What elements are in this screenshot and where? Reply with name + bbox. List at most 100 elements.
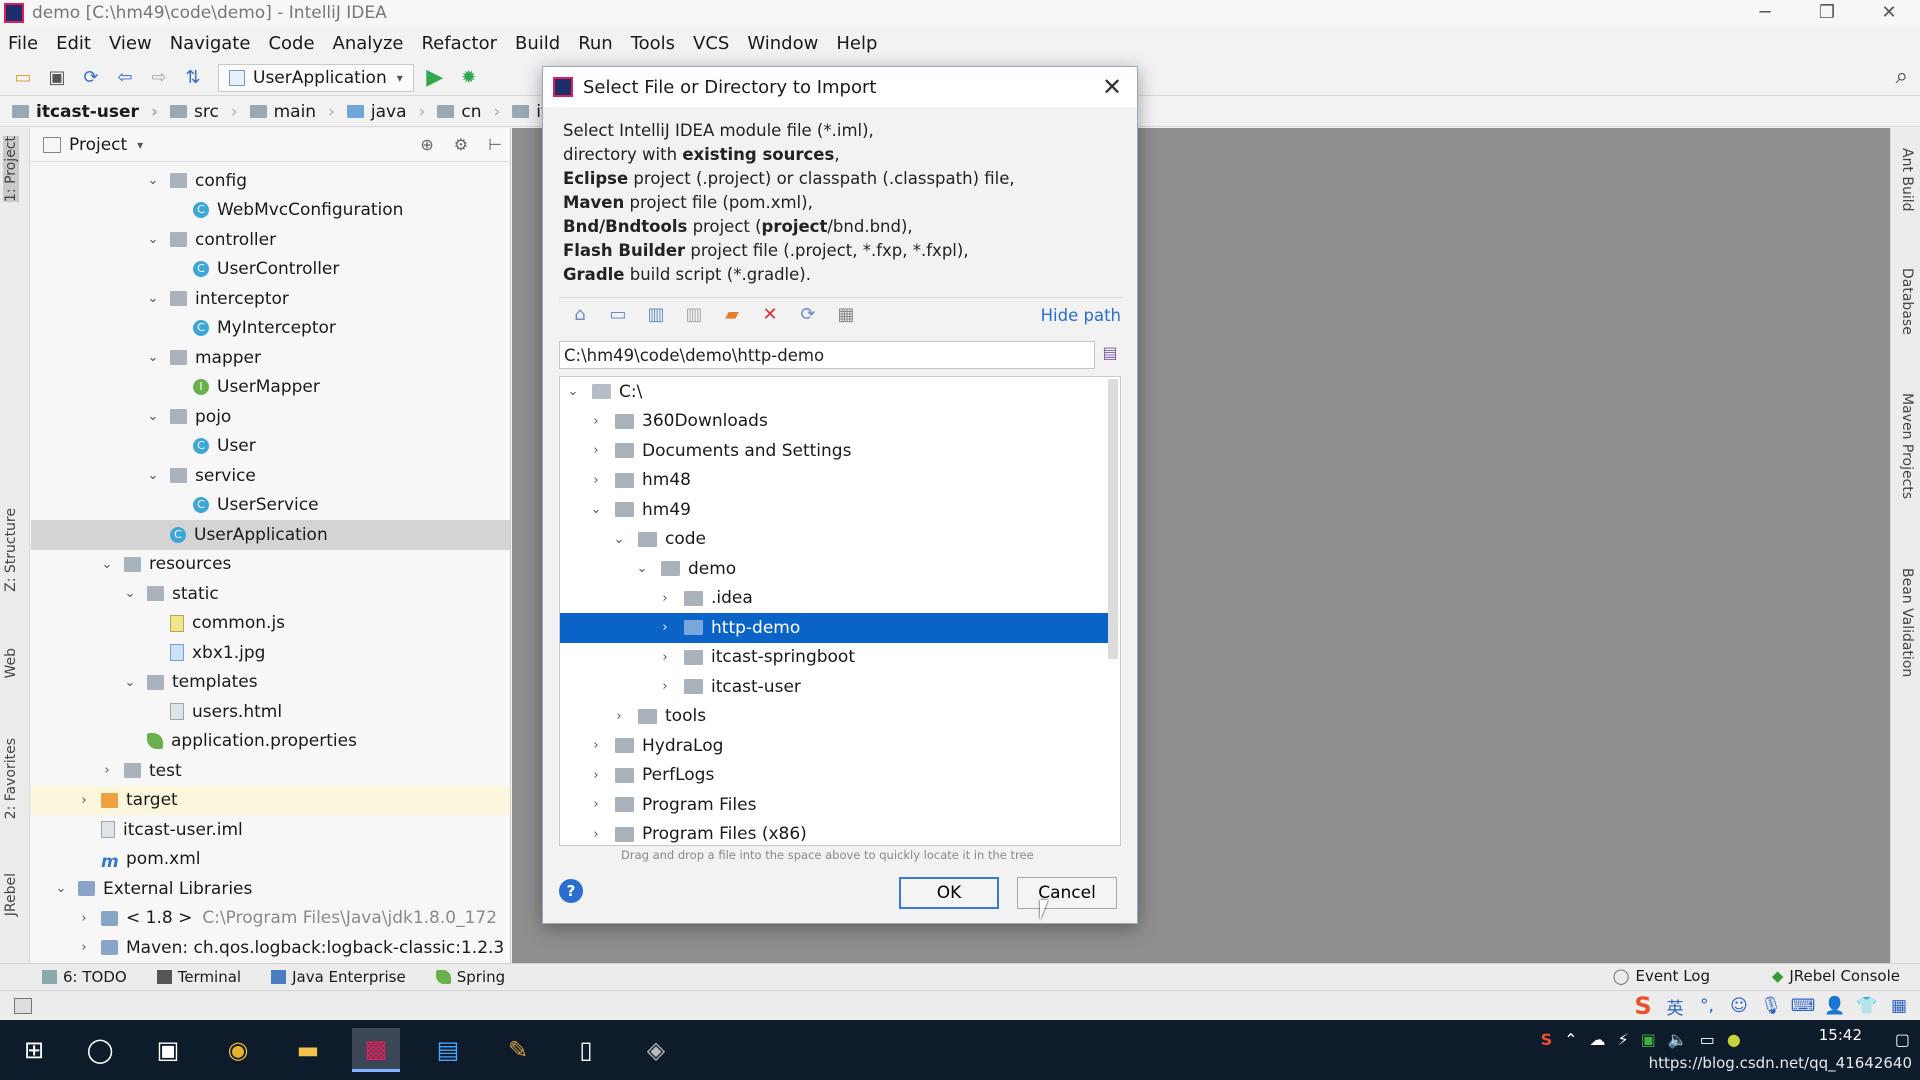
menu-edit[interactable]: Edit: [56, 33, 91, 54]
cloud-icon[interactable]: ☁: [1590, 1030, 1606, 1049]
breadcrumb-item[interactable]: java ›: [346, 102, 425, 122]
chevron-down-icon[interactable]: ⌄: [144, 350, 162, 365]
file-tree-row[interactable]: ⌄ hm49: [560, 495, 1120, 525]
chevron-down-icon[interactable]: ⌄: [98, 557, 116, 572]
file-tree-row[interactable]: › Documents and Settings: [560, 436, 1120, 466]
project-tree-row[interactable]: C UserApplication: [31, 520, 510, 550]
save-icon[interactable]: ▣: [42, 64, 72, 92]
ok-button[interactable]: OK: [899, 877, 999, 909]
chevron-down-icon[interactable]: ⌄: [144, 291, 162, 306]
file-tree-row[interactable]: ⌄ C:\: [560, 377, 1120, 407]
chevron-down-icon[interactable]: ⌄: [144, 173, 162, 188]
tab-terminal[interactable]: Terminal: [156, 968, 241, 986]
project-tree-row[interactable]: ⌄ controller: [31, 225, 510, 255]
app-tray-icon[interactable]: ●: [1727, 1030, 1741, 1049]
cancel-button[interactable]: Cancel: [1017, 877, 1117, 909]
refresh-icon[interactable]: ⟳: [791, 301, 825, 329]
tab-bean-validation[interactable]: Bean Validation: [1899, 568, 1915, 677]
file-tree-row[interactable]: › Program Files: [560, 790, 1120, 820]
new-folder-icon[interactable]: ▰: [715, 301, 749, 329]
run-configuration-select[interactable]: UserApplication ▾: [218, 63, 414, 92]
run-icon[interactable]: ▶: [420, 64, 450, 92]
project-tree-row[interactable]: C UserService: [31, 491, 510, 521]
emoji-icon[interactable]: ☺: [1726, 993, 1752, 1019]
menu-vcs[interactable]: VCS: [693, 33, 729, 54]
chevron-right-icon[interactable]: ›: [656, 679, 674, 694]
tab-java-enterprise[interactable]: Java Enterprise: [271, 968, 406, 986]
file-tree-row[interactable]: › http-demo: [560, 613, 1112, 643]
menu-code[interactable]: Code: [268, 33, 314, 54]
show-hidden-icon[interactable]: ▦: [829, 301, 863, 329]
desktop-icon[interactable]: ▭: [601, 301, 635, 329]
chevron-right-icon[interactable]: ›: [610, 709, 628, 724]
user-icon[interactable]: 👤: [1822, 993, 1848, 1019]
microphone-icon[interactable]: 🎙: [1758, 993, 1784, 1019]
sogou-tray-icon[interactable]: S: [1541, 1030, 1553, 1049]
security-icon[interactable]: ▣: [1641, 1030, 1656, 1049]
chevron-down-icon[interactable]: ⌄: [144, 468, 162, 483]
chevron-down-icon[interactable]: ⌄: [587, 502, 605, 517]
tab-project[interactable]: 1: Project: [3, 136, 19, 202]
build-icon[interactable]: ⇅: [178, 64, 208, 92]
chevron-right-icon[interactable]: ›: [587, 473, 605, 488]
task-view-icon[interactable]: ▣: [144, 1028, 192, 1072]
file-tree-row[interactable]: › Program Files (x86): [560, 820, 1120, 846]
menu-navigate[interactable]: Navigate: [170, 33, 251, 54]
file-tree-row[interactable]: › .idea: [560, 584, 1120, 614]
keyboard-icon[interactable]: ⌨: [1790, 993, 1816, 1019]
tab-jrebel-console[interactable]: ◆ JRebel Console: [1772, 967, 1900, 985]
notepad-icon[interactable]: ✎: [494, 1028, 542, 1072]
chevron-right-icon[interactable]: ›: [587, 738, 605, 753]
file-explorer-icon[interactable]: ▬: [284, 1028, 332, 1072]
project-tree-row[interactable]: › test: [31, 756, 510, 786]
chevron-down-icon[interactable]: ⌄: [610, 532, 628, 547]
menu-analyze[interactable]: Analyze: [333, 33, 404, 54]
project-tree-row[interactable]: › < 1.8 > C:\Program Files\Java\jdk1.8.0_1…: [31, 904, 510, 934]
network-icon[interactable]: ▭: [1700, 1030, 1715, 1049]
project-tree-row[interactable]: ⌄ interceptor: [31, 284, 510, 314]
minimize-button[interactable]: ─: [1734, 0, 1796, 25]
app-icon[interactable]: ◈: [632, 1028, 680, 1072]
project-tree-row[interactable]: C User: [31, 432, 510, 462]
file-tree-row[interactable]: ⌄ demo: [560, 554, 1120, 584]
chrome-icon[interactable]: ◉: [214, 1028, 262, 1072]
tab-web[interactable]: Web: [3, 648, 19, 679]
breadcrumb-item[interactable]: main ›: [249, 102, 335, 122]
chevron-right-icon[interactable]: ›: [587, 768, 605, 783]
tab-jrebel[interactable]: JRebel: [3, 873, 19, 916]
project-tree-row[interactable]: users.html: [31, 697, 510, 727]
windows-start-icon[interactable]: ⊞: [10, 1028, 58, 1072]
tab-event-log[interactable]: ◯ Event Log: [1613, 967, 1710, 985]
path-input[interactable]: [559, 341, 1095, 369]
project-tree-row[interactable]: ⌄ resources: [31, 550, 510, 580]
breadcrumb-item[interactable]: itcast-user ›: [12, 102, 158, 122]
history-icon[interactable]: ▤: [1099, 343, 1121, 367]
project-dir-icon[interactable]: ▥: [639, 301, 673, 329]
menu-refactor[interactable]: Refactor: [421, 33, 497, 54]
project-tree-row[interactable]: itcast-user.iml: [31, 815, 510, 845]
close-window-button[interactable]: ✕: [1858, 0, 1920, 25]
file-tree-row[interactable]: › hm48: [560, 466, 1120, 496]
tab-database[interactable]: Database: [1899, 268, 1915, 335]
help-button[interactable]: ?: [559, 879, 583, 903]
delete-icon[interactable]: ✕: [753, 301, 787, 329]
sogou-ime-icon[interactable]: S: [1630, 992, 1656, 1020]
forward-arrow-icon[interactable]: ⇨: [144, 64, 174, 92]
tool-windows-toggle-icon[interactable]: [14, 998, 32, 1014]
menu-view[interactable]: View: [109, 33, 152, 54]
chevron-right-icon[interactable]: ›: [656, 650, 674, 665]
module-dir-icon[interactable]: ▥: [677, 301, 711, 329]
menu-help[interactable]: Help: [836, 33, 877, 54]
project-tree-row[interactable]: xbx1.jpg: [31, 638, 510, 668]
project-tree-row[interactable]: ⌄ service: [31, 461, 510, 491]
tab-spring[interactable]: Spring: [435, 968, 505, 986]
chevron-down-icon[interactable]: ⌄: [52, 881, 70, 896]
cortana-search-icon[interactable]: ◯: [76, 1028, 124, 1072]
scroll-from-source-icon[interactable]: ⊕: [420, 135, 433, 154]
tab-structure[interactable]: Z: Structure: [3, 508, 19, 592]
hide-panel-icon[interactable]: ⊢: [488, 135, 502, 154]
chevron-down-icon[interactable]: ⌄: [144, 409, 162, 424]
home-icon[interactable]: ⌂: [563, 301, 597, 329]
chevron-right-icon[interactable]: ›: [656, 620, 674, 635]
tab-ant-build[interactable]: Ant Build: [1899, 148, 1915, 212]
